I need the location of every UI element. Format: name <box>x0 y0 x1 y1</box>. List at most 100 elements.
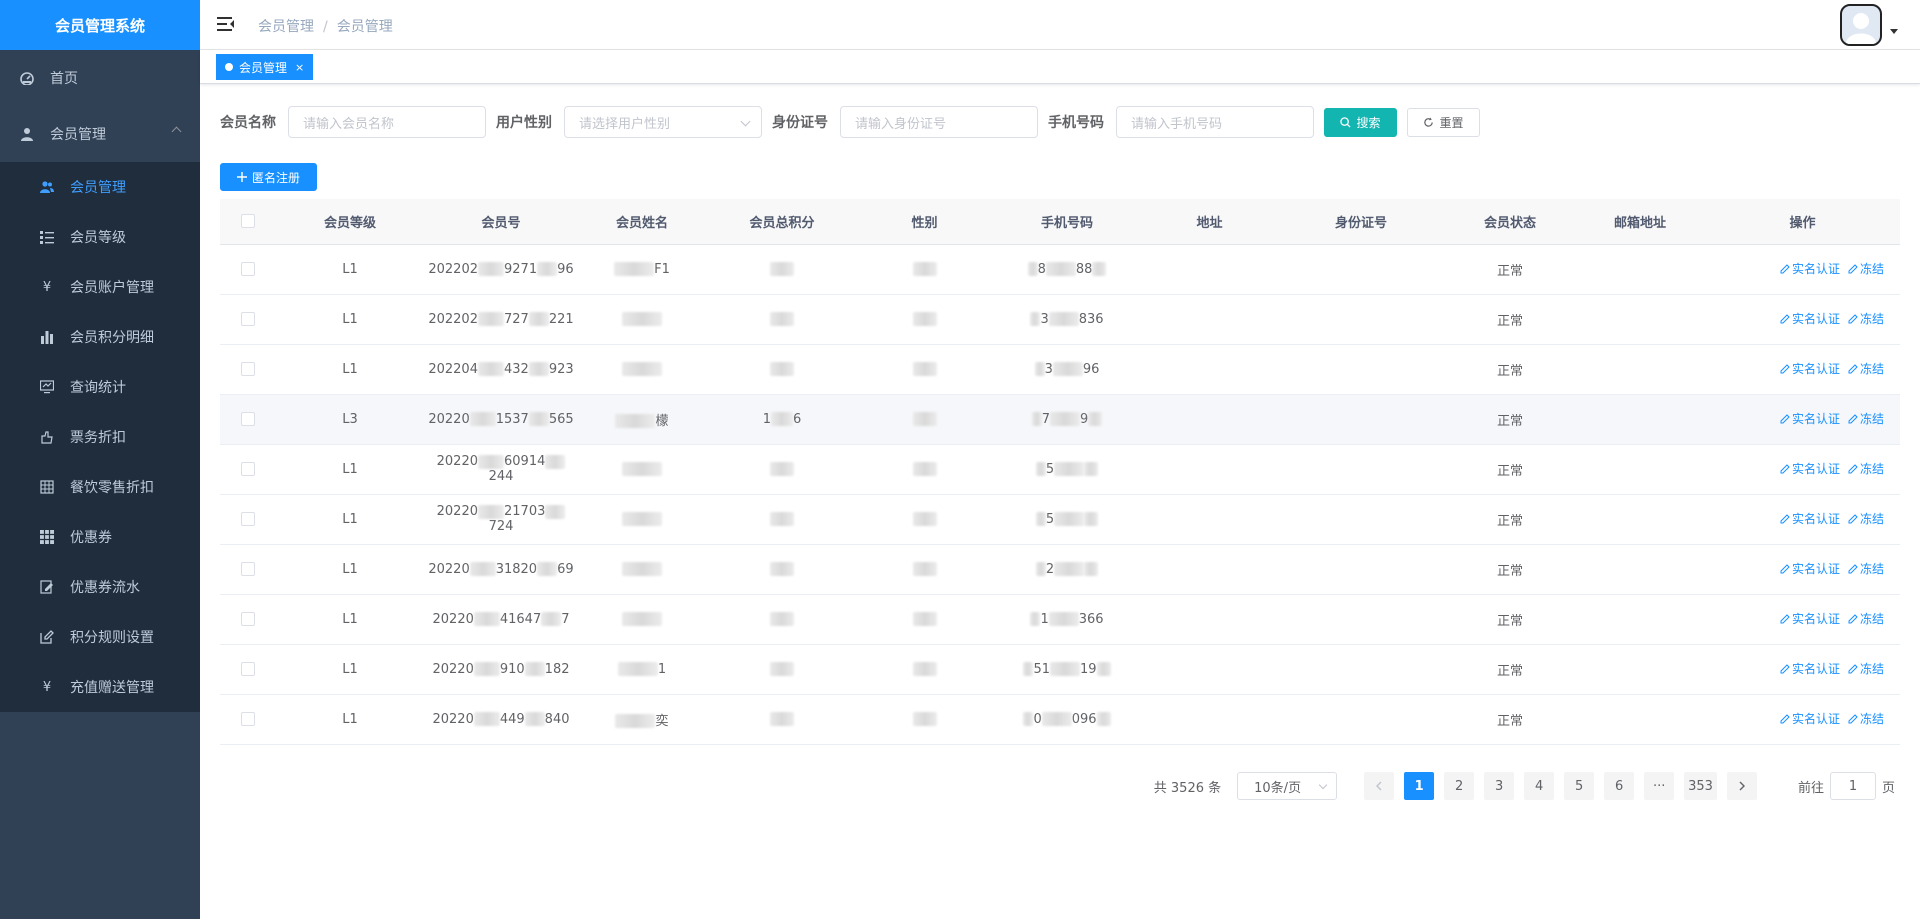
sidebar-item-catering-discount[interactable]: 餐饮零售折扣 <box>0 462 200 512</box>
checkbox[interactable] <box>240 362 255 376</box>
checkbox[interactable] <box>240 512 255 526</box>
freeze-link[interactable]: 冻结 <box>1848 510 1884 527</box>
checkbox[interactable] <box>240 612 255 626</box>
yen-icon: ¥ <box>42 679 52 695</box>
chevron-up-icon <box>171 126 182 137</box>
sidebar-item-account[interactable]: ¥ 会员账户管理 <box>0 262 200 312</box>
row-select[interactable] <box>220 394 275 445</box>
member-name-input[interactable]: 请输入会员名称 <box>288 106 486 138</box>
freeze-link[interactable]: 冻结 <box>1848 310 1884 327</box>
verify-link[interactable]: 实名认证 <box>1780 610 1840 627</box>
verify-link[interactable]: 实名认证 <box>1780 660 1840 677</box>
sidebar-item-member-manage[interactable]: 会员管理 <box>0 162 200 212</box>
row-select[interactable] <box>220 444 275 495</box>
sidebar-item-coupon[interactable]: 优惠券 <box>0 512 200 562</box>
verify-link[interactable]: 实名认证 <box>1780 410 1840 427</box>
pagination: 共 3526 条 10条/页 1 2 3 4 5 6 ··· 353 前往 1 … <box>220 771 1900 801</box>
checkbox[interactable] <box>240 262 255 276</box>
breadcrumb-item[interactable]: 会员管理 <box>258 19 314 35</box>
phone-input[interactable]: 请输入手机号码 <box>1116 106 1314 138</box>
id-number-input[interactable]: 请输入身份证号 <box>840 106 1038 138</box>
freeze-link[interactable]: 冻结 <box>1848 360 1884 377</box>
table-row: L1 202202 727 221 3 836 正常 实名认证 冻结 <box>220 294 1900 345</box>
checkbox[interactable] <box>240 312 255 326</box>
reset-button[interactable]: 重置 <box>1407 107 1480 137</box>
verify-link[interactable]: 实名认证 <box>1780 710 1840 727</box>
edit-icon <box>1848 314 1858 324</box>
select-all[interactable] <box>220 199 275 245</box>
checkbox[interactable] <box>240 562 255 576</box>
col-address: 地址 <box>1142 199 1277 245</box>
edit-icon <box>1780 314 1790 324</box>
row-select[interactable] <box>220 644 275 695</box>
row-select[interactable] <box>220 594 275 645</box>
sidebar-item-label: 餐饮零售折扣 <box>70 480 154 496</box>
tag-member-manage[interactable]: 会员管理 × <box>216 54 314 80</box>
table-row: L1 20220 910 182 1 51 19 正常 实名认证 冻结 <box>220 644 1900 695</box>
sidebar-group-label: 会员管理 <box>50 127 106 143</box>
row-select[interactable] <box>220 694 275 745</box>
cell-points <box>707 344 857 395</box>
sidebar-item-ticket-discount[interactable]: 票务折扣 <box>0 412 200 462</box>
checkbox[interactable] <box>240 662 255 676</box>
freeze-link[interactable]: 冻结 <box>1848 710 1884 727</box>
row-select[interactable] <box>220 294 275 345</box>
verify-link[interactable]: 实名认证 <box>1780 560 1840 577</box>
verify-link[interactable]: 实名认证 <box>1780 310 1840 327</box>
freeze-link[interactable]: 冻结 <box>1848 260 1884 277</box>
sidebar-item-home[interactable]: 首页 <box>0 50 200 106</box>
checkbox[interactable] <box>240 712 255 726</box>
cell-level: L1 <box>275 244 425 295</box>
sidebar-item-query-stats[interactable]: 查询统计 <box>0 362 200 412</box>
page-5[interactable]: 5 <box>1564 772 1595 800</box>
cell-email <box>1575 244 1705 295</box>
checkbox[interactable] <box>240 214 255 229</box>
goto-page-input[interactable]: 1 <box>1829 772 1876 800</box>
edit-icon <box>1848 714 1858 724</box>
freeze-link[interactable]: 冻结 <box>1848 660 1884 677</box>
sidebar-item-coupon-flow[interactable]: 优惠券流水 <box>0 562 200 612</box>
sidebar-group-member[interactable]: 会员管理 <box>0 106 200 162</box>
verify-link[interactable]: 实名认证 <box>1780 260 1840 277</box>
prev-page-button[interactable] <box>1364 772 1395 800</box>
bar-chart-icon <box>40 330 54 344</box>
page-6[interactable]: 6 <box>1604 772 1635 800</box>
page-last[interactable]: 353 <box>1684 772 1717 800</box>
gender-select[interactable]: 请选择用户性别 <box>564 106 762 138</box>
sidebar-item-member-level[interactable]: 会员等级 <box>0 212 200 262</box>
next-page-button[interactable] <box>1726 772 1757 800</box>
page-1[interactable]: 1 <box>1404 772 1435 800</box>
checkbox[interactable] <box>240 412 255 426</box>
close-icon[interactable]: × <box>295 61 304 74</box>
freeze-link[interactable]: 冻结 <box>1848 460 1884 477</box>
sidebar-item-points-rules[interactable]: 积分规则设置 <box>0 612 200 662</box>
user-menu[interactable] <box>1840 4 1898 46</box>
freeze-link[interactable]: 冻结 <box>1848 560 1884 577</box>
sidebar-item-points-detail[interactable]: 会员积分明细 <box>0 312 200 362</box>
verify-link[interactable]: 实名认证 <box>1780 460 1840 477</box>
row-select[interactable] <box>220 494 275 545</box>
row-select[interactable] <box>220 244 275 295</box>
avatar[interactable] <box>1840 4 1882 46</box>
row-select[interactable] <box>220 344 275 395</box>
caret-down-icon <box>1890 28 1898 34</box>
hamburger-icon[interactable] <box>217 15 235 33</box>
checkbox[interactable] <box>240 462 255 476</box>
page-3[interactable]: 3 <box>1484 772 1515 800</box>
row-select[interactable] <box>220 544 275 595</box>
verify-link[interactable]: 实名认证 <box>1780 360 1840 377</box>
freeze-link[interactable]: 冻结 <box>1848 410 1884 427</box>
search-button[interactable]: 搜索 <box>1324 107 1397 137</box>
cell-email <box>1575 644 1705 695</box>
dashboard-icon <box>20 71 34 85</box>
page-2[interactable]: 2 <box>1444 772 1475 800</box>
more-pages[interactable]: ··· <box>1644 772 1675 800</box>
table-row: L1 202202 9271 96 F1 8 88 正常 实名认证 冻结 <box>220 244 1900 295</box>
freeze-link[interactable]: 冻结 <box>1848 610 1884 627</box>
edit-icon <box>1780 364 1790 374</box>
page-4[interactable]: 4 <box>1524 772 1555 800</box>
sidebar-item-recharge-gift[interactable]: ¥ 充值赠送管理 <box>0 662 200 712</box>
anonymous-register-button[interactable]: 匿名注册 <box>220 163 317 191</box>
verify-link[interactable]: 实名认证 <box>1780 510 1840 527</box>
page-size-select[interactable]: 10条/页 <box>1237 772 1338 800</box>
